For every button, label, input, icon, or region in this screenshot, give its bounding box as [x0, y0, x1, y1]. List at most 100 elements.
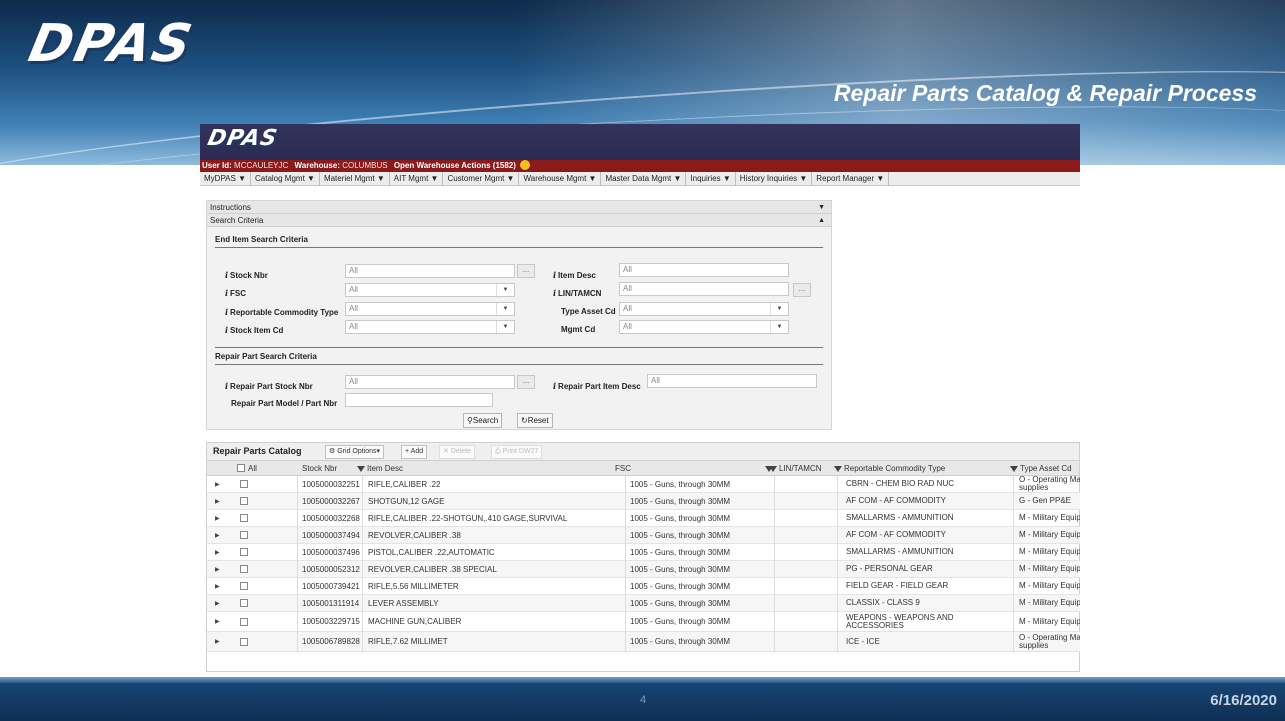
table-row[interactable]: ▶ 1005000037494 REVOLVER,CALIBER .38 1005 -… [207, 527, 1080, 544]
menu-catalog-mgmt[interactable]: Catalog Mgmt ▼ [251, 172, 320, 186]
table-row[interactable]: ▶ 1005000739421 RIFLE,5.56 MILLIMETER 1005 … [207, 578, 1080, 595]
menu-history-inquiries[interactable]: History Inquiries ▼ [736, 172, 813, 186]
expand-row-icon[interactable]: ▶ [215, 476, 225, 492]
table-row[interactable]: ▶ 1005006789828 RIFLE,7.62 MILLIMET 1005 - … [207, 632, 1080, 652]
fsc-select[interactable]: All ▼ [345, 283, 515, 297]
menu-master-data-mgmt[interactable]: Master Data Mgmt ▼ [601, 172, 687, 186]
expand-row-icon[interactable]: ▶ [215, 595, 225, 611]
repair-parts-grid: Repair Parts Catalog ⚙ Grid Options▾ + A… [206, 442, 1080, 672]
repair-part-model-label: Repair Part Model / Part Nbr [231, 399, 338, 408]
cell-type-asset-cd: O - Operating Ma supplies [1019, 632, 1080, 650]
cell-lin-tamcn [777, 527, 837, 543]
search-criteria-accordion[interactable]: Search Criteria ▲ [207, 214, 831, 227]
row-checkbox[interactable] [240, 527, 254, 543]
filter-icon[interactable] [834, 466, 842, 472]
table-row[interactable]: ▶ 1005000037496 PISTOL,CALIBER .22,AUTOMAT… [207, 544, 1080, 561]
row-checkbox[interactable] [240, 578, 254, 594]
filter-icon[interactable] [769, 466, 777, 472]
lin-tamcn-lookup-button[interactable]: ... [793, 283, 811, 297]
row-checkbox[interactable] [240, 612, 254, 631]
warehouse-label: Warehouse: [294, 161, 341, 170]
cell-type-asset-cd: M - Military Equip [1019, 530, 1080, 539]
chevron-down-icon: ▼ [770, 303, 788, 315]
repair-part-stock-nbr-lookup-button[interactable]: ... [517, 375, 535, 389]
row-checkbox[interactable] [240, 493, 254, 509]
column-lin-tamcn[interactable]: LIN/TAMCN [769, 461, 822, 476]
expand-row-icon[interactable]: ▶ [215, 493, 225, 509]
warning-icon[interactable] [520, 160, 531, 170]
row-checkbox[interactable] [240, 595, 254, 611]
reportable-commodity-type-select[interactable]: All ▼ [345, 302, 515, 316]
cell-reportable-commodity-type: FIELD GEAR - FIELD GEAR [846, 581, 949, 590]
instructions-accordion[interactable]: Instructions ▼ [207, 201, 831, 214]
menu-inquiries[interactable]: Inquiries ▼ [686, 172, 736, 186]
column-reportable-commodity-type[interactable]: Reportable Commodity Type [834, 461, 945, 476]
user-bar: User Id: MCCAULEYJC Warehouse: COLUMBUS … [200, 160, 1080, 172]
menu-customer-mgmt[interactable]: Customer Mgmt ▼ [443, 172, 520, 186]
menu-ait-mgmt[interactable]: AIT Mgmt ▼ [390, 172, 444, 186]
menu-warehouse-mgmt[interactable]: Warehouse Mgmt ▼ [519, 172, 602, 186]
row-checkbox[interactable] [240, 561, 254, 577]
table-row[interactable]: ▶ 1005003229715 MACHINE GUN,CALIBER 1005 - … [207, 612, 1080, 632]
cell-fsc: 1005 - Guns, through 30MM [630, 581, 731, 591]
cell-fsc: 1005 - Guns, through 30MM [630, 564, 731, 574]
mgmt-cd-select[interactable]: All ▼ [619, 320, 789, 334]
add-button[interactable]: + Add [401, 445, 428, 459]
row-checkbox[interactable] [240, 632, 254, 651]
cell-type-asset-cd: M - Military Equip [1019, 616, 1080, 626]
expand-row-icon[interactable]: ▶ [215, 561, 225, 577]
repair-part-item-desc-input[interactable]: All [647, 374, 817, 388]
column-type-asset-cd[interactable]: Type Asset Cd [1010, 461, 1072, 476]
type-asset-cd-select[interactable]: All ▼ [619, 302, 789, 316]
stock-nbr-input[interactable]: All [345, 264, 515, 278]
filter-icon[interactable] [1010, 466, 1018, 472]
lin-tamcn-input[interactable]: All [619, 282, 789, 296]
row-checkbox[interactable] [240, 544, 254, 560]
cell-reportable-commodity-type: CBRN - CHEM BIO RAD NUC [846, 479, 955, 488]
print-dw27-button[interactable]: ⎙ Print DW27 [491, 445, 543, 459]
column-stock-nbr[interactable]: Stock Nbr [302, 461, 337, 476]
info-icon: i [225, 288, 229, 298]
cell-fsc: 1005 - Guns, through 30MM [630, 496, 731, 506]
repair-part-stock-nbr-input[interactable]: All [345, 375, 515, 389]
info-icon: i [225, 270, 229, 280]
item-desc-input[interactable]: All [619, 263, 789, 277]
stock-item-cd-select[interactable]: All ▼ [345, 320, 515, 334]
lin-tamcn-label: i LIN/TAMCN [553, 288, 602, 298]
reset-icon: ↻ [521, 416, 528, 425]
user-id-value: MCCAULEYJC [234, 161, 289, 170]
cell-lin-tamcn [777, 595, 837, 611]
repair-part-model-input[interactable] [345, 393, 493, 407]
cell-item-desc: RIFLE,CALIBER .22 [368, 479, 441, 489]
chevron-up-icon: ▲ [818, 217, 825, 224]
filter-icon[interactable] [357, 466, 365, 472]
menu-mydpas[interactable]: MyDPAS ▼ [200, 172, 251, 186]
grid-options-button[interactable]: ⚙ Grid Options▾ [325, 445, 385, 459]
expand-row-icon[interactable]: ▶ [215, 612, 225, 631]
expand-row-icon[interactable]: ▶ [215, 632, 225, 651]
menu-materiel-mgmt[interactable]: Materiel Mgmt ▼ [320, 172, 390, 186]
expand-row-icon[interactable]: ▶ [215, 510, 225, 526]
search-button[interactable]: ⚲Search [463, 413, 503, 428]
table-row[interactable]: ▶ 1005000032268 RIFLE,CALIBER .22-SHOTGUN,… [207, 510, 1080, 527]
reportable-commodity-type-label: i Reportable Commodity Type [225, 307, 339, 317]
expand-row-icon[interactable]: ▶ [215, 578, 225, 594]
column-item-desc[interactable]: Item Desc [357, 461, 403, 476]
table-row[interactable]: ▶ 1005000032267 SHOTGUN,12 GAGE 1005 - Guns… [207, 493, 1080, 510]
cell-lin-tamcn [777, 632, 837, 651]
open-warehouse-actions-link[interactable]: Open Warehouse Actions (1582) [394, 161, 516, 170]
reset-button[interactable]: ↻Reset [517, 413, 553, 428]
table-row[interactable]: ▶ 1005000032251 RIFLE,CALIBER .22 1005 - Gu… [207, 476, 1080, 493]
row-checkbox[interactable] [240, 510, 254, 526]
delete-button[interactable]: ✕ Delete [439, 445, 476, 459]
stock-nbr-lookup-button[interactable]: ... [517, 264, 535, 278]
table-row[interactable]: ▶ 1005001311914 LEVER ASSEMBLY 1005 - Guns,… [207, 595, 1080, 612]
menu-report-manager[interactable]: Report Manager ▼ [812, 172, 890, 186]
type-asset-cd-label: Type Asset Cd [561, 307, 616, 316]
column-fsc[interactable]: FSC [615, 461, 775, 476]
expand-row-icon[interactable]: ▶ [215, 544, 225, 560]
table-row[interactable]: ▶ 1005000052312 REVOLVER,CALIBER .38 SPECI… [207, 561, 1080, 578]
select-all-checkbox[interactable]: All [237, 461, 257, 476]
row-checkbox[interactable] [240, 476, 254, 492]
expand-row-icon[interactable]: ▶ [215, 527, 225, 543]
